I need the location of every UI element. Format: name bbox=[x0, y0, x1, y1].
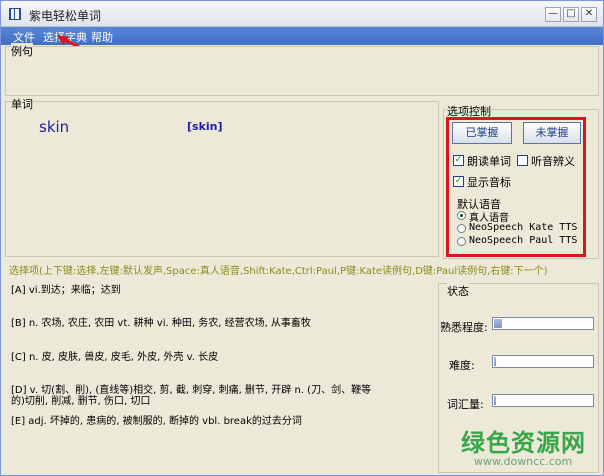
familiarity-bar bbox=[492, 317, 594, 330]
show-phonetic-label: 显示音标 bbox=[467, 176, 511, 189]
familiarity-bar-fill bbox=[494, 319, 502, 328]
close-button[interactable]: ✕ bbox=[581, 7, 597, 22]
watermark-url: www.downcc.com bbox=[474, 455, 573, 468]
answer-option-a[interactable]: [A] vi.到达；来临；达到 bbox=[11, 281, 121, 296]
example-label: 例句 bbox=[11, 43, 33, 59]
unmastered-button[interactable]: 未掌握 bbox=[523, 122, 581, 144]
mastered-button[interactable]: 已掌握 bbox=[452, 122, 512, 144]
familiarity-label: 熟悉程度: bbox=[440, 321, 488, 334]
answer-option-c[interactable]: [C] n. 皮, 皮肤, 兽皮, 皮毛, 外皮, 外壳 v. 长皮 bbox=[11, 348, 218, 363]
status-label: 状态 bbox=[447, 283, 469, 299]
read-word-checkbox[interactable]: ✓ bbox=[453, 155, 464, 166]
vocabulary-label: 词汇量: bbox=[447, 398, 484, 411]
word-label: 单词 bbox=[11, 96, 33, 112]
minimize-button[interactable]: — bbox=[545, 7, 561, 22]
difficulty-label: 难度: bbox=[449, 359, 475, 372]
app-window: 紫电轻松单词 — □ ✕ 文件 选择字典 帮助 例句 单词 skin [skin… bbox=[0, 0, 604, 476]
word-phonetic: [skin] bbox=[187, 120, 223, 133]
voice-paul-radio[interactable] bbox=[457, 237, 466, 246]
difficulty-bar-fill bbox=[494, 357, 496, 366]
watermark-title: 绿色资源网 bbox=[461, 429, 586, 457]
difficulty-bar bbox=[492, 355, 594, 368]
maximize-button[interactable]: □ bbox=[563, 7, 579, 22]
show-phonetic-checkbox[interactable]: ✓ bbox=[453, 176, 464, 187]
answer-option-e[interactable]: [E] adj. 坏掉的, 患病的, 被制服的, 断掉的 vbl. break的… bbox=[11, 412, 302, 427]
voice-kate-label: NeoSpeech Kate TTS bbox=[469, 222, 578, 233]
answer-list bbox=[5, 276, 435, 474]
window-title: 紫电轻松单词 bbox=[29, 9, 102, 23]
listen-meaning-checkbox[interactable] bbox=[517, 155, 528, 166]
title-bar[interactable]: 紫电轻松单词 — □ ✕ bbox=[1, 1, 603, 27]
example-sentence-panel bbox=[5, 46, 599, 96]
voice-kate-radio[interactable] bbox=[457, 224, 466, 233]
read-word-label: 朗读单词 bbox=[467, 155, 511, 168]
answer-option-d-continued[interactable]: 的)切削, 削减, 删节, 伤口, 切口 bbox=[11, 392, 150, 407]
vocabulary-bar-fill bbox=[494, 396, 496, 405]
listen-meaning-label: 听音辨义 bbox=[531, 155, 575, 168]
answer-option-b[interactable]: [B] n. 农场, 农庄, 农田 vt. 耕种 vi. 种田, 务农, 经营农… bbox=[11, 314, 311, 329]
current-word: skin bbox=[39, 118, 70, 136]
voice-real-radio[interactable] bbox=[457, 211, 466, 220]
vocabulary-bar bbox=[492, 394, 594, 407]
voice-paul-label: NeoSpeech Paul TTS bbox=[469, 235, 578, 246]
book-icon bbox=[9, 8, 21, 20]
keyboard-hint: 选择项(上下键:选择,左键:默认发声,Space:真人语音,Shift:Kate… bbox=[9, 266, 548, 277]
